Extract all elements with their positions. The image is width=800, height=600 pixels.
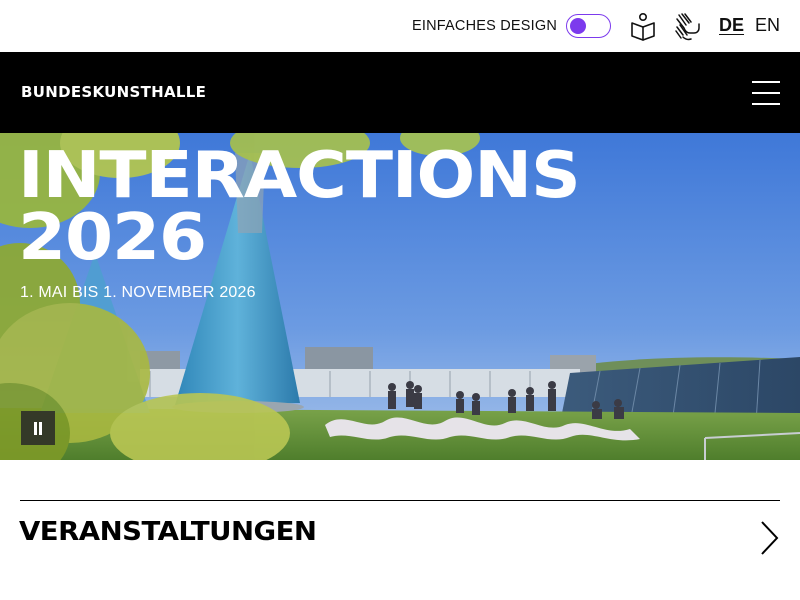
hero-title: INTERACTIONS 2026 xyxy=(18,139,581,275)
simple-design-toggle[interactable] xyxy=(566,14,611,38)
simple-design-label: EINFACHES DESIGN xyxy=(412,18,558,34)
brand-logo-link[interactable]: BUNDESKUNSTHALLE xyxy=(21,83,206,101)
main-header: BUNDESKUNSTHALLE xyxy=(0,52,800,133)
hero-dates: 1. MAI BIS 1. NOVEMBER 2026 xyxy=(20,284,256,301)
hero-banner[interactable]: INTERACTIONS 2026 1. MAI BIS 1. NOVEMBER… xyxy=(0,133,800,460)
sign-language-hands-icon[interactable] xyxy=(673,11,701,41)
pause-icon[interactable] xyxy=(21,411,55,445)
easy-read-book-icon[interactable] xyxy=(629,11,657,41)
language-de-link[interactable]: DE xyxy=(719,14,744,36)
section-divider xyxy=(20,500,780,501)
chevron-right-icon[interactable] xyxy=(758,520,780,556)
hero-title-line2: 2026 xyxy=(18,201,207,275)
hero-title-line1: INTERACTIONS xyxy=(18,139,581,213)
utility-bar: EINFACHES DESIGN DE EN xyxy=(0,0,800,52)
language-en-link[interactable]: EN xyxy=(755,14,780,36)
hamburger-menu-icon[interactable] xyxy=(752,81,780,105)
toggle-knob xyxy=(570,17,586,34)
section-title-events[interactable]: VERANSTALTUNGEN xyxy=(19,516,317,548)
